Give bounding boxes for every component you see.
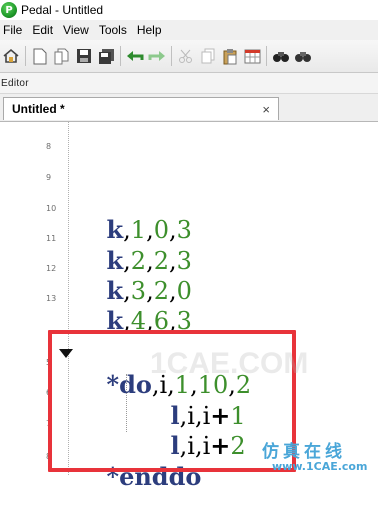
toolbar — [0, 40, 378, 73]
undo-icon[interactable] — [125, 46, 145, 66]
line-number: 10 — [46, 204, 57, 213]
code-editor[interactable]: 8 9 10 11 12 13 5 6 7 8 k,1,0,3 k,2,2,3 … — [0, 122, 378, 491]
new-file-icon[interactable] — [30, 46, 50, 66]
tab-label: Untitled * — [12, 102, 65, 116]
watermark-faint: 1CAE.COM — [150, 347, 309, 380]
menu-edit[interactable]: Edit — [29, 23, 60, 37]
paste-icon[interactable] — [220, 46, 240, 66]
menu-file[interactable]: File — [0, 23, 29, 37]
close-icon[interactable]: × — [262, 102, 270, 117]
toolbar-separator — [25, 46, 26, 66]
find-icon[interactable] — [271, 46, 291, 66]
copy-file-icon[interactable] — [52, 46, 72, 66]
editor-panel-header: Editor — [0, 73, 378, 94]
watermark-cn: 仿真在线 — [262, 442, 346, 462]
line-number: 11 — [46, 234, 57, 243]
toolbar-separator — [171, 46, 172, 66]
save-icon[interactable] — [74, 46, 94, 66]
save-all-icon[interactable] — [96, 46, 116, 66]
line-number: 12 — [46, 264, 57, 273]
menu-view[interactable]: View — [60, 23, 96, 37]
home-open-icon[interactable] — [1, 46, 21, 66]
watermark-url: www.1CAE.com — [272, 460, 368, 473]
toolbar-separator — [120, 46, 121, 66]
toolbar-separator — [266, 46, 267, 66]
redo-icon[interactable] — [147, 46, 167, 66]
table-icon[interactable] — [242, 46, 262, 66]
window-title: Pedal - Untitled — [21, 3, 104, 17]
tab-untitled[interactable]: Untitled * × — [3, 97, 279, 120]
line-number: 8 — [46, 142, 52, 151]
find-replace-icon[interactable] — [293, 46, 313, 66]
line-number: 9 — [46, 173, 52, 182]
line-number: 13 — [46, 294, 57, 303]
cut-icon[interactable] — [176, 46, 196, 66]
menu-help[interactable]: Help — [134, 23, 169, 37]
copy-icon[interactable] — [198, 46, 218, 66]
menu-tools[interactable]: Tools — [96, 23, 134, 37]
editor-panel-title: Editor — [1, 77, 29, 89]
title-bar: P Pedal - Untitled — [0, 0, 378, 20]
tab-strip: Untitled * × — [0, 94, 378, 122]
pedal-app-icon: P — [1, 2, 17, 18]
menu-bar: File Edit View Tools Help — [0, 20, 378, 40]
